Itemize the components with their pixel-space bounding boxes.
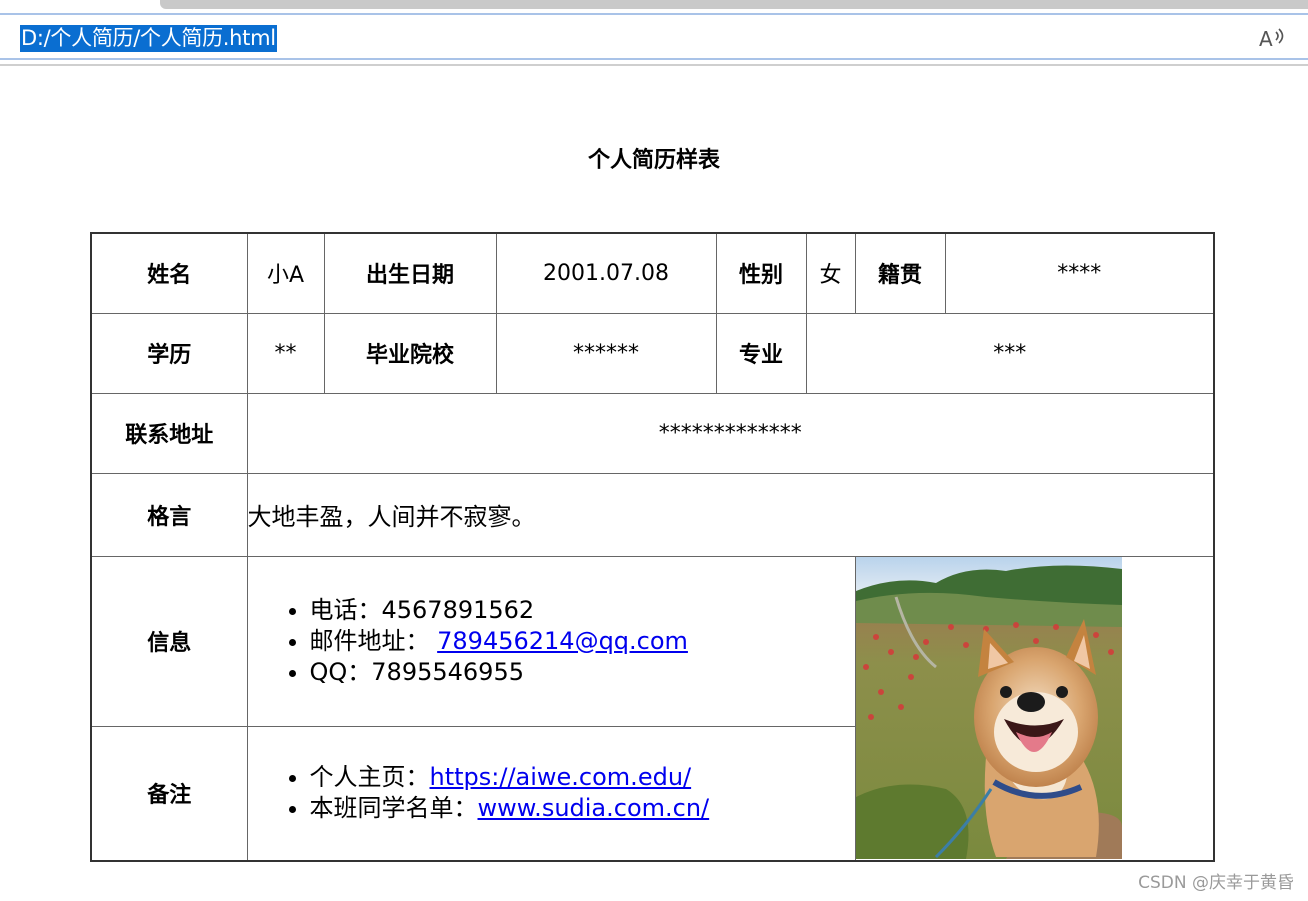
list-item: 本班同学名单：www.sudia.com.cn/ xyxy=(310,793,855,824)
birth-value: 2001.07.08 xyxy=(495,232,717,314)
table-row: 联系地址 ************* xyxy=(90,392,1215,474)
notes-label: 备注 xyxy=(90,725,248,862)
email-link[interactable]: 789456214@qq.com xyxy=(437,627,688,655)
table-row: 格言 大地丰盈，人间并不寂寥。 xyxy=(90,472,1215,557)
tab-strip xyxy=(0,0,1308,12)
gender-value: 女 xyxy=(805,232,856,314)
info-list: 电话：4567891562 邮件地址： 789456214@qq.com QQ：… xyxy=(248,595,855,688)
major-label: 专业 xyxy=(715,312,807,394)
table-row: 学历 ** 毕业院校 ****** 专业 *** xyxy=(90,312,1215,394)
major-value: *** xyxy=(805,312,1215,394)
notes-cell: 个人主页：https://aiwe.com.edu/ 本班同学名单：www.su… xyxy=(246,725,856,862)
url-input[interactable]: D:/个人简历/个人简历.html xyxy=(20,25,277,52)
classmates-link[interactable]: www.sudia.com.cn/ xyxy=(478,794,710,822)
list-item: 邮件地址： 789456214@qq.com xyxy=(310,626,855,657)
info-cell: 电话：4567891562 邮件地址： 789456214@qq.com QQ：… xyxy=(246,555,856,727)
tab-edge xyxy=(160,0,1308,9)
info-label: 信息 xyxy=(90,555,248,727)
qq-prefix: QQ： xyxy=(309,657,372,686)
homepage-link[interactable]: https://aiwe.com.edu/ xyxy=(430,763,692,791)
school-value: ****** xyxy=(495,312,717,394)
email-prefix: 邮件地址： xyxy=(309,626,430,655)
classmates-prefix: 本班同学名单： xyxy=(309,794,478,823)
school-label: 毕业院校 xyxy=(323,312,497,394)
education-value: ** xyxy=(246,312,325,394)
education-label: 学历 xyxy=(90,312,248,394)
origin-label: 籍贯 xyxy=(854,232,946,314)
svg-text:A: A xyxy=(1259,27,1273,51)
qq-value: 7895546955 xyxy=(371,657,524,686)
phone-prefix: 电话： xyxy=(309,595,382,624)
name-label: 姓名 xyxy=(90,232,248,314)
address-bar[interactable]: D:/个人简历/个人简历.html A xyxy=(0,15,1308,58)
notes-list: 个人主页：https://aiwe.com.edu/ 本班同学名单：www.su… xyxy=(248,762,855,824)
watermark: CSDN @庆幸于黄昏 xyxy=(1138,873,1294,893)
list-item: 个人主页：https://aiwe.com.edu/ xyxy=(310,762,855,793)
list-item: 电话：4567891562 xyxy=(310,595,855,626)
address-label: 联系地址 xyxy=(90,392,248,474)
resume-table: 姓名 小A 出生日期 2001.07.08 性别 女 籍贯 **** 学历 **… xyxy=(90,232,1215,862)
address-bar-border-bottom xyxy=(0,58,1308,60)
name-value: 小A xyxy=(246,232,325,314)
photo-cell xyxy=(854,555,1215,862)
phone-value: 4567891562 xyxy=(381,595,535,624)
read-aloud-icon[interactable]: A xyxy=(1258,24,1286,52)
list-item: QQ：7895546955 xyxy=(310,657,855,688)
table-row: 姓名 小A 出生日期 2001.07.08 性别 女 籍贯 **** xyxy=(90,232,1215,314)
homepage-prefix: 个人主页： xyxy=(309,763,430,792)
shiba-dog-photo xyxy=(856,557,1122,860)
origin-value: **** xyxy=(944,232,1215,314)
content-divider xyxy=(0,64,1308,66)
motto-value: 大地丰盈，人间并不寂寥。 xyxy=(246,472,1215,557)
table-row: 信息 电话：4567891562 邮件地址： 789456214@qq.com … xyxy=(90,555,1215,862)
motto-label: 格言 xyxy=(90,472,248,557)
birth-label: 出生日期 xyxy=(323,232,497,314)
address-value: ************* xyxy=(246,392,1215,474)
gender-label: 性别 xyxy=(715,232,807,314)
page-title: 个人简历样表 xyxy=(587,148,720,173)
